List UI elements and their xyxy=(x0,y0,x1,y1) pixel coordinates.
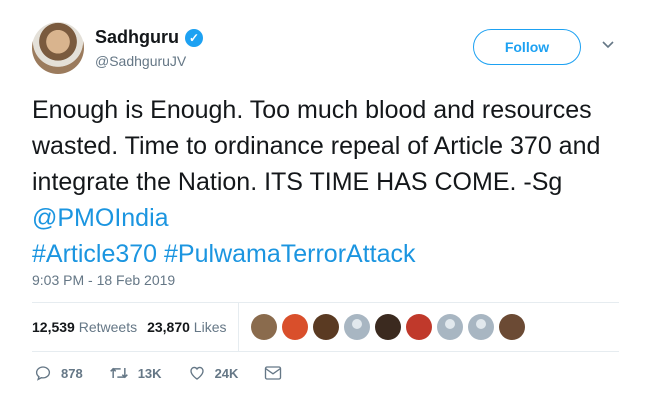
liker-avatar[interactable] xyxy=(282,314,309,340)
liker-avatar[interactable] xyxy=(406,314,433,340)
avatar[interactable] xyxy=(32,22,84,74)
liker-avatar[interactable] xyxy=(499,314,526,340)
likes-label: Likes xyxy=(193,319,227,335)
liker-avatar[interactable] xyxy=(468,314,495,340)
stats-row: 12,539 Retweets 23,870 Likes xyxy=(32,303,632,351)
retweets-label: Retweets xyxy=(78,319,138,335)
divider xyxy=(238,303,240,351)
author-name-row[interactable]: Sadhguru ✓ xyxy=(95,27,203,48)
liker-avatar[interactable] xyxy=(313,314,340,340)
like-button[interactable]: 24K xyxy=(188,364,239,382)
divider xyxy=(32,302,619,303)
tweet-timestamp[interactable]: 9:03 PM - 18 Feb 2019 xyxy=(32,272,175,288)
author-handle[interactable]: @SadhguruJV xyxy=(95,53,186,69)
tweet-body: Enough is Enough. Too much blood and res… xyxy=(32,96,601,196)
reply-icon xyxy=(35,366,51,381)
hashtag-link[interactable]: #Article370 xyxy=(32,240,157,268)
retweets-count: 12,539 xyxy=(32,319,75,335)
like-count: 24K xyxy=(214,365,239,381)
direct-message-button[interactable] xyxy=(264,365,291,381)
reply-count: 878 xyxy=(61,365,83,381)
likes-count: 23,870 xyxy=(147,319,190,335)
retweet-icon xyxy=(109,367,128,379)
chevron-down-icon[interactable] xyxy=(602,39,614,51)
follow-button[interactable]: Follow xyxy=(473,29,581,65)
reply-button[interactable]: 878 xyxy=(34,364,83,382)
liker-avatar[interactable] xyxy=(251,314,278,340)
retweet-button[interactable]: 13K xyxy=(109,364,162,382)
divider xyxy=(32,351,619,352)
liker-avatar[interactable] xyxy=(344,314,371,340)
hashtag-link[interactable]: #PulwamaTerrorAttack xyxy=(164,240,415,268)
heart-icon xyxy=(189,366,204,380)
action-bar: 878 13K 24K xyxy=(34,364,317,382)
liker-avatar[interactable] xyxy=(437,314,464,340)
verified-badge-icon: ✓ xyxy=(185,28,203,47)
author-name[interactable]: Sadhguru xyxy=(95,27,179,48)
tweet-text: Enough is Enough. Too much blood and res… xyxy=(32,92,632,272)
liker-avatars xyxy=(251,314,530,340)
envelope-icon xyxy=(265,366,282,380)
tweet-header: Sadhguru ✓ @SadhguruJV Follow xyxy=(32,22,632,78)
retweet-count: 13K xyxy=(137,365,162,381)
liker-avatar[interactable] xyxy=(375,314,402,340)
mention-link[interactable]: @PMOIndia xyxy=(32,204,169,232)
likes-stat[interactable]: 23,870 Likes xyxy=(147,319,226,335)
retweets-stat[interactable]: 12,539 Retweets xyxy=(32,319,137,335)
